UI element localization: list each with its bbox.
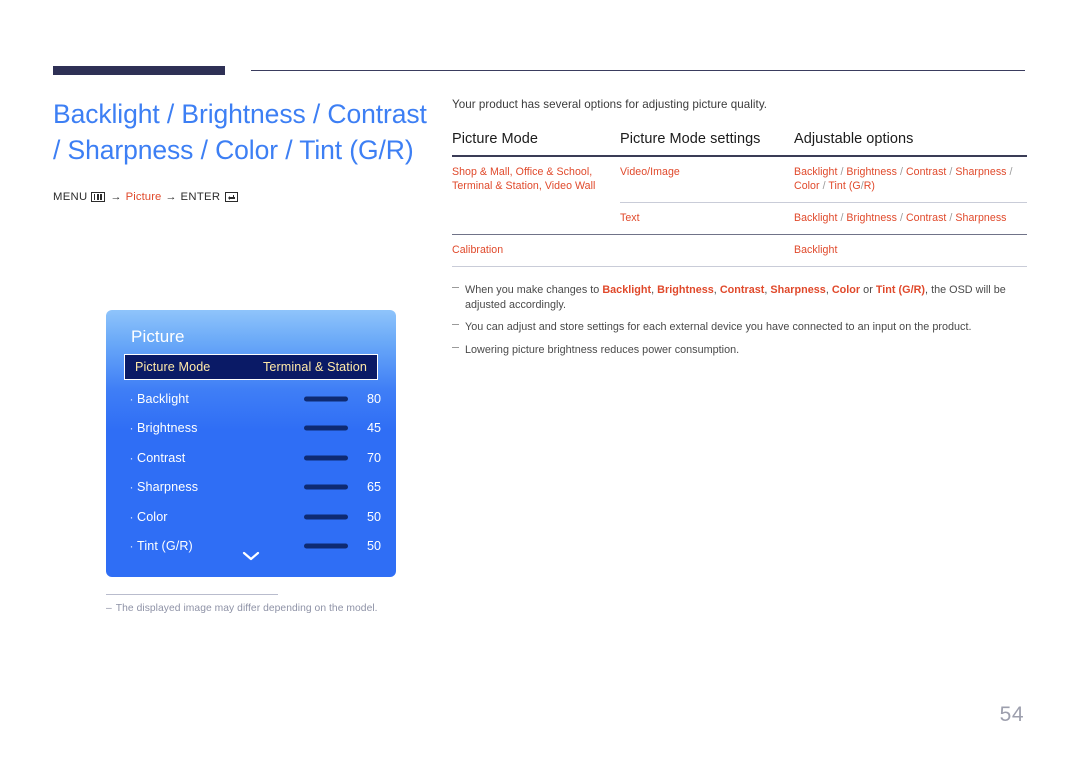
menu-path-breadcrumb: MENU → Picture → ENTER: [53, 190, 433, 204]
footnote-body: The displayed image may differ depending…: [115, 603, 378, 614]
osd-slider[interactable]: [304, 514, 348, 520]
note-item: When you make changes to Backlight, Brig…: [452, 283, 1022, 312]
osd-slider[interactable]: [304, 484, 348, 490]
bullet-icon: ·: [129, 509, 134, 524]
osd-row-backlight[interactable]: · Backlight 80: [124, 384, 382, 414]
header-rule: [53, 66, 1025, 76]
footnote-dash: –: [106, 603, 112, 614]
page-title: Backlight / Brightness / Contrast / Shar…: [53, 99, 427, 165]
cell-picture-mode: Calibration: [452, 234, 620, 267]
osd-row-value: 65: [366, 480, 381, 495]
osd-row-value: 50: [366, 509, 381, 524]
osd-row-sharpness[interactable]: · Sharpness 65: [124, 473, 382, 503]
note-item: Lowering picture brightness reduces powe…: [452, 343, 1022, 358]
manual-page: Backlight / Brightness / Contrast / Shar…: [0, 0, 1080, 763]
arrow-right-icon-1: →: [110, 191, 122, 203]
bullet-icon: ·: [129, 391, 134, 406]
chevron-down-icon[interactable]: [106, 549, 396, 567]
osd-row-label: Sharpness: [137, 480, 199, 495]
osd-row-label: Color: [137, 509, 168, 524]
notes-list: When you make changes to Backlight, Brig…: [452, 283, 1022, 357]
cell-options: Backlight / Brightness / Contrast / Shar…: [794, 166, 1013, 192]
osd-row-label: Backlight: [137, 391, 190, 406]
intro-text: Your product has several options for adj…: [452, 98, 768, 111]
page-number: 54: [999, 703, 1024, 726]
osd-row-label: Picture Mode: [135, 360, 211, 374]
cell-options: Backlight: [794, 234, 1027, 267]
osd-slider[interactable]: [304, 425, 348, 431]
menu-grid-icon: [91, 192, 106, 202]
left-column: Backlight / Brightness / Contrast / Shar…: [53, 96, 433, 614]
osd-row-list: Picture Mode Terminal & Station · Backli…: [124, 354, 382, 561]
cell-picture-mode: [452, 203, 620, 235]
osd-slider[interactable]: [304, 543, 348, 549]
picture-mode-table: Picture Mode Picture Mode settings Adjus…: [452, 131, 1027, 267]
table-row: Text Backlight / Brightness / Contrast /…: [452, 202, 1027, 235]
osd-row-value: 45: [366, 421, 381, 436]
bullet-icon: ·: [129, 450, 134, 465]
osd-row-value: 80: [366, 391, 381, 406]
note-item: You can adjust and store settings for ea…: [452, 320, 1022, 335]
osd-row-picture-mode[interactable]: Picture Mode Terminal & Station: [124, 354, 378, 380]
column-header-adjustable-options: Adjustable options: [794, 131, 914, 147]
cell-setting: [620, 234, 794, 267]
osd-row-label: Contrast: [137, 450, 186, 465]
header-rule-thick: [53, 66, 225, 75]
header-rule-thin: [251, 70, 1025, 71]
cell-picture-mode: Shop & Mall, Office & School, Terminal &…: [452, 166, 596, 192]
enter-label: ENTER: [180, 191, 221, 203]
footnote-text: – The displayed image may differ dependin…: [106, 603, 436, 614]
osd-row-contrast[interactable]: · Contrast 70: [124, 443, 382, 473]
menu-label: MENU: [53, 191, 88, 203]
osd-row-color[interactable]: · Color 50: [124, 502, 382, 532]
table-header-row: Picture Mode Picture Mode settings Adjus…: [452, 131, 1027, 156]
table-row: Calibration Backlight: [452, 234, 1027, 267]
arrow-right-icon-2: →: [165, 191, 177, 203]
left-footnote: – The displayed image may differ dependin…: [106, 594, 436, 614]
right-column: Your product has several options for adj…: [452, 98, 1027, 365]
column-header-picture-mode: Picture Mode: [452, 131, 539, 147]
column-header-picture-mode-settings: Picture Mode settings: [620, 131, 761, 147]
osd-panel-title: Picture: [131, 327, 185, 346]
table-bottom-rule: [452, 266, 1027, 267]
osd-slider[interactable]: [304, 396, 348, 402]
enter-return-icon: [225, 192, 239, 202]
osd-row-label: Brightness: [137, 421, 198, 436]
breadcrumb-picture: Picture: [125, 191, 162, 203]
osd-picture-panel: Picture Picture Mode Terminal & Station …: [106, 310, 396, 577]
table-row: Shop & Mall, Office & School, Terminal &…: [452, 156, 1027, 203]
bullet-icon: ·: [129, 421, 134, 436]
osd-slider[interactable]: [304, 455, 348, 461]
osd-row-value: 70: [366, 450, 381, 465]
osd-row-value: Terminal & Station: [263, 360, 367, 374]
bullet-icon: ·: [129, 480, 134, 495]
footnote-rule: [106, 594, 278, 595]
cell-setting: Video/Image: [620, 166, 680, 178]
cell-setting: Text: [620, 202, 794, 235]
cell-options: Backlight / Brightness / Contrast / Shar…: [794, 202, 1027, 235]
osd-row-brightness[interactable]: · Brightness 45: [124, 414, 382, 444]
